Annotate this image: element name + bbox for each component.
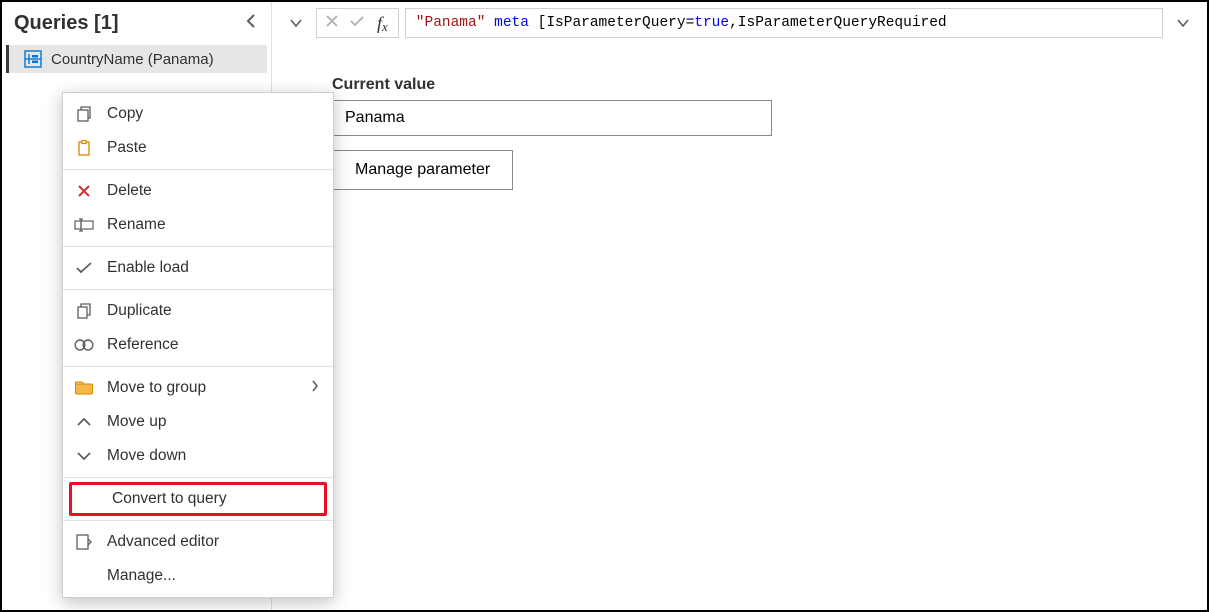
menu-separator: [63, 246, 333, 247]
menu-separator: [63, 289, 333, 290]
main-pane: fx "Panama" meta [ IsParameterQuery = tr…: [272, 2, 1207, 610]
menu-move-up[interactable]: Move up: [63, 405, 333, 439]
formula-controls: fx: [316, 8, 399, 38]
menu-paste[interactable]: Paste: [63, 131, 333, 165]
queries-title: Queries [1]: [14, 12, 118, 35]
menu-separator: [63, 520, 333, 521]
parameter-section: Current value Manage parameter: [282, 48, 1197, 190]
parameter-icon: [23, 49, 43, 69]
rename-icon: [73, 214, 95, 236]
queries-header: Queries [1]: [2, 10, 271, 45]
advanced-editor-icon: [73, 531, 95, 553]
chevron-up-icon: [73, 411, 95, 433]
menu-duplicate[interactable]: Duplicate: [63, 294, 333, 328]
current-value-input[interactable]: [332, 100, 772, 136]
duplicate-icon: [73, 300, 95, 322]
manage-parameter-button[interactable]: Manage parameter: [332, 150, 513, 190]
paste-icon: [73, 137, 95, 159]
menu-reference[interactable]: Reference: [63, 328, 333, 362]
query-item-countryname[interactable]: CountryName (Panama): [6, 45, 267, 73]
blank-icon: [73, 565, 95, 587]
menu-delete[interactable]: Delete: [63, 174, 333, 208]
blank-icon: [78, 488, 100, 510]
menu-copy[interactable]: Copy: [63, 97, 333, 131]
current-value-label: Current value: [332, 76, 1197, 94]
fx-icon: fx: [373, 13, 392, 34]
formula-input[interactable]: "Panama" meta [ IsParameterQuery = true …: [405, 8, 1163, 38]
collapse-pane-button[interactable]: [241, 10, 261, 37]
menu-rename[interactable]: Rename: [63, 208, 333, 242]
x-icon: [325, 14, 339, 28]
formula-bar: fx "Panama" meta [ IsParameterQuery = tr…: [282, 2, 1197, 48]
formula-confirm-button[interactable]: [347, 14, 367, 32]
context-menu: Copy Paste Delete Rename Enable lo: [62, 92, 334, 598]
formula-step-dropdown[interactable]: [282, 11, 310, 35]
menu-separator: [63, 477, 333, 478]
copy-icon: [73, 103, 95, 125]
query-item-label: CountryName (Panama): [51, 51, 214, 68]
formula-expand-button[interactable]: [1169, 11, 1197, 35]
menu-manage[interactable]: Manage...: [63, 559, 333, 593]
menu-separator: [63, 169, 333, 170]
menu-separator: [63, 366, 333, 367]
menu-advanced-editor[interactable]: Advanced editor: [63, 525, 333, 559]
check-icon: [349, 14, 365, 28]
delete-icon: [73, 180, 95, 202]
chevron-down-icon: [1176, 18, 1190, 28]
chevron-down-icon: [73, 445, 95, 467]
chevron-left-icon: [245, 13, 257, 29]
chevron-down-icon: [289, 18, 303, 28]
chevron-right-icon: [311, 379, 319, 398]
menu-move-down[interactable]: Move down: [63, 439, 333, 473]
check-icon: [73, 257, 95, 279]
menu-move-to-group[interactable]: Move to group: [63, 371, 333, 405]
reference-icon: [73, 334, 95, 356]
menu-convert-to-query[interactable]: Convert to query: [69, 482, 327, 516]
menu-enable-load[interactable]: Enable load: [63, 251, 333, 285]
app-window: Queries [1] CountryName (Panama): [0, 0, 1209, 612]
formula-cancel-button[interactable]: [323, 14, 341, 32]
folder-icon: [73, 377, 95, 399]
